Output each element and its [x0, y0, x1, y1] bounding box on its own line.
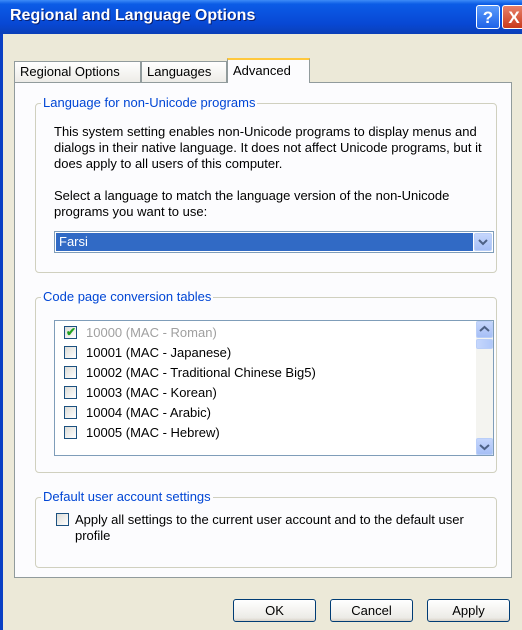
checkbox[interactable] — [64, 366, 77, 379]
title-bar[interactable]: Regional and Language Options ? X — [0, 0, 522, 34]
group-title-non-unicode: Language for non-Unicode programs — [41, 95, 258, 110]
apply-button[interactable]: Apply — [427, 599, 510, 622]
code-page-list[interactable]: ✔ 10000 (MAC - Roman) 10001 (MAC - Japan… — [54, 320, 494, 456]
group-title-default-user: Default user account settings — [41, 489, 213, 504]
tab-advanced[interactable]: Advanced — [227, 58, 310, 83]
help-button[interactable]: ? — [476, 5, 500, 29]
chevron-up-icon — [479, 325, 490, 332]
scroll-down-button[interactable] — [476, 438, 493, 455]
scroll-thumb[interactable] — [476, 339, 493, 349]
apply-default-user-checkbox[interactable] — [56, 513, 69, 526]
cancel-button[interactable]: Cancel — [330, 599, 413, 622]
checkbox[interactable] — [64, 426, 77, 439]
tab-regional-options[interactable]: Regional Options — [14, 61, 141, 83]
non-unicode-description: This system setting enables non-Unicode … — [54, 124, 482, 171]
group-title-code-pages: Code page conversion tables — [41, 289, 214, 304]
non-unicode-prompt: Select a language to match the language … — [54, 188, 450, 219]
code-page-label: 10003 (MAC - Korean) — [86, 385, 217, 400]
language-select-value: Farsi — [56, 233, 473, 251]
language-select[interactable]: Farsi — [54, 231, 494, 253]
code-page-list-scrollbar[interactable] — [476, 321, 493, 455]
dialog-window: Regional and Language Options ? X Region… — [0, 0, 522, 630]
window-title: Regional and Language Options — [10, 7, 256, 24]
checkmark-icon: ✔ — [66, 325, 77, 339]
code-page-label: 10000 (MAC - Roman) — [86, 325, 217, 340]
close-button[interactable]: X — [502, 5, 522, 29]
chevron-down-icon — [478, 239, 488, 246]
chevron-down-icon — [479, 444, 490, 451]
tab-languages[interactable]: Languages — [141, 61, 227, 83]
checkbox[interactable] — [64, 386, 77, 399]
checkbox[interactable] — [64, 346, 77, 359]
code-page-label: 10001 (MAC - Japanese) — [86, 345, 232, 360]
scroll-up-button[interactable] — [476, 321, 493, 338]
checkbox[interactable]: ✔ — [64, 325, 77, 339]
code-page-label: 10002 (MAC - Traditional Chinese Big5) — [86, 365, 316, 380]
apply-default-user-label[interactable]: Apply all settings to the current user a… — [75, 512, 480, 544]
code-page-label: 10005 (MAC - Hebrew) — [86, 425, 220, 440]
code-page-label: 10004 (MAC - Arabic) — [86, 405, 211, 420]
language-select-dropdown-button[interactable] — [474, 233, 492, 251]
ok-button[interactable]: OK — [233, 599, 316, 622]
checkbox[interactable] — [64, 406, 77, 419]
